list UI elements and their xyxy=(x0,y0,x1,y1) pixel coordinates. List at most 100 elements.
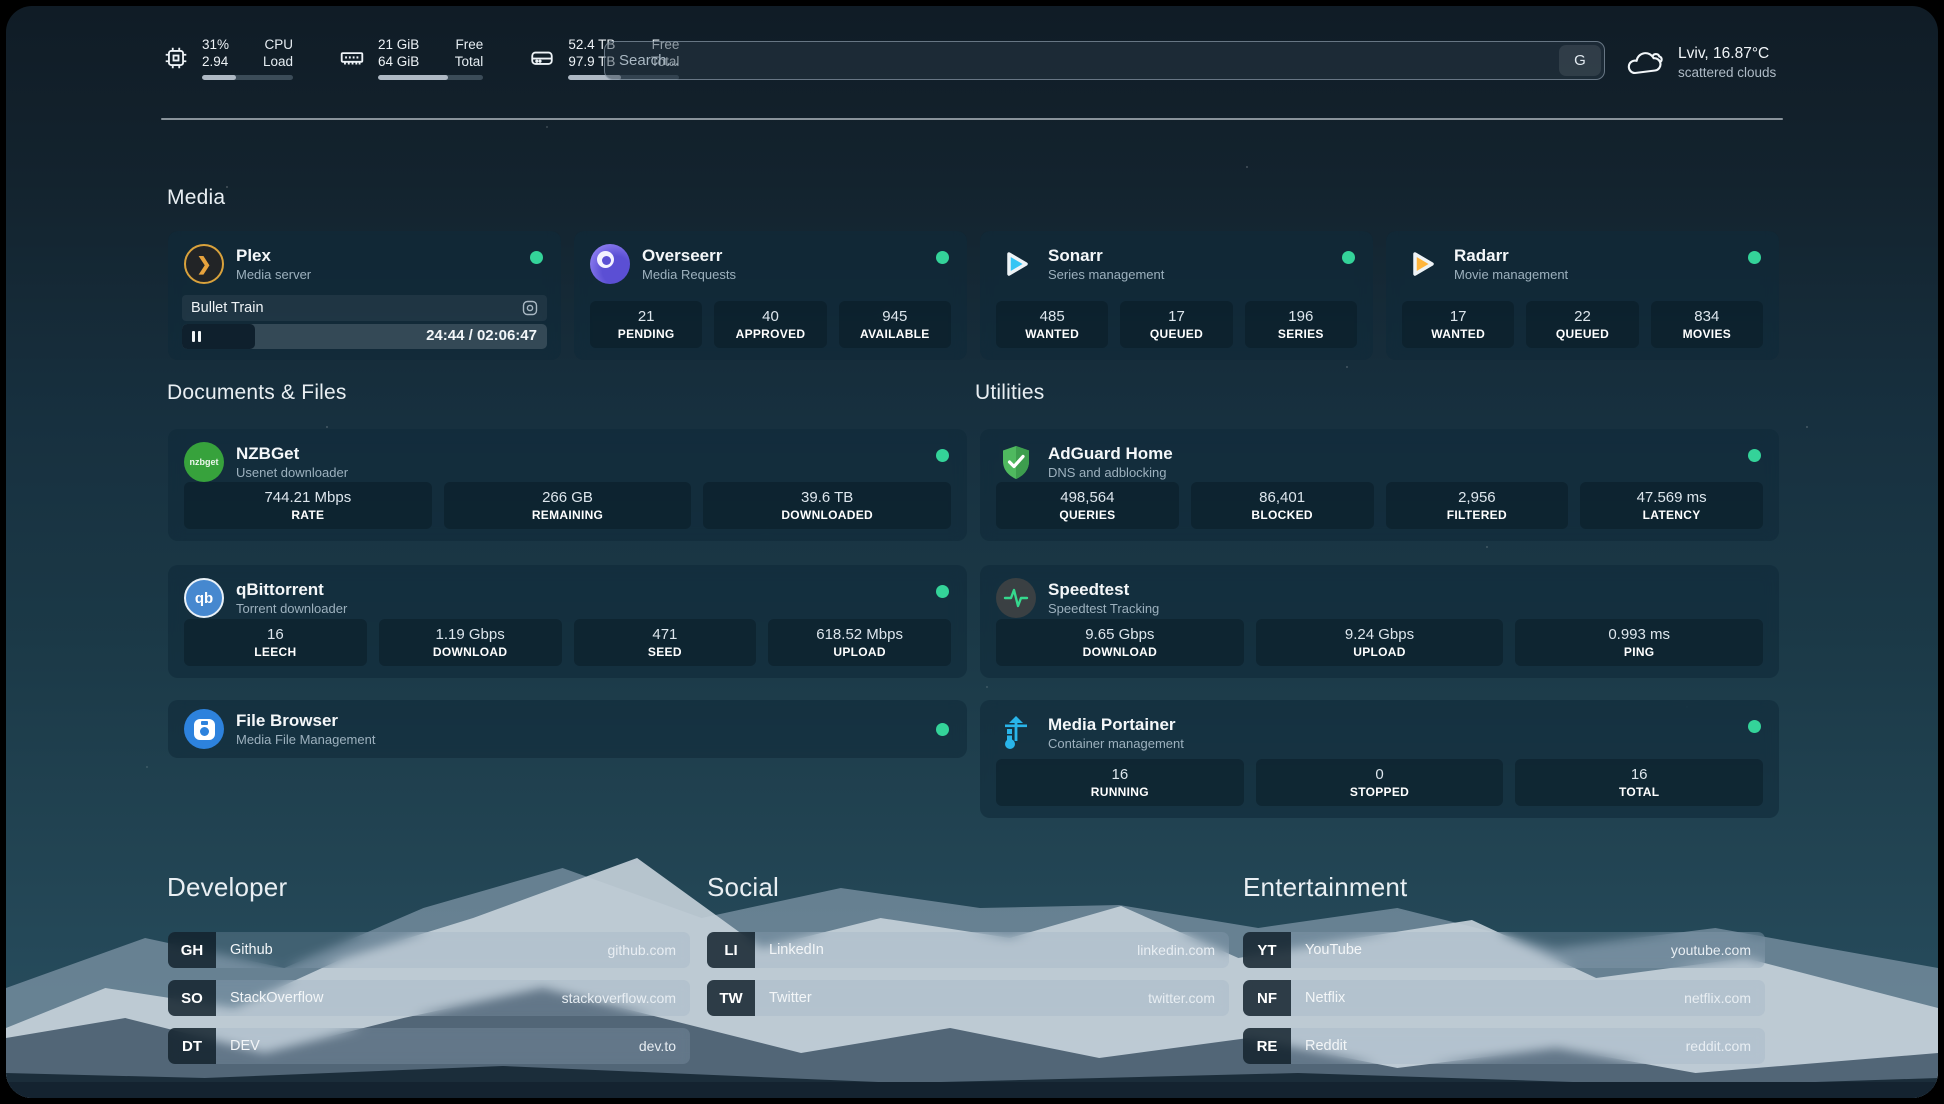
memory-total-label: Total xyxy=(449,53,483,70)
radarr-status-dot xyxy=(1748,251,1761,264)
cpu-usage: 31% xyxy=(202,36,229,53)
plex-status-dot xyxy=(530,251,543,264)
adguard-title: AdGuard Home xyxy=(1048,443,1173,464)
stat-download: 9.65 Gbps DOWNLOAD xyxy=(996,619,1244,666)
nzbget-status-dot xyxy=(936,449,949,462)
stat-ping: 0.993 ms PING xyxy=(1515,619,1763,666)
stat-upload: 9.24 Gbps UPLOAD xyxy=(1256,619,1504,666)
bookmark-linkedin[interactable]: LI LinkedIn linkedin.com xyxy=(707,932,1229,968)
github-abbr: GH xyxy=(168,932,216,968)
cpu-label: CPU xyxy=(259,36,293,53)
qbittorrent-icon: qb xyxy=(184,578,224,618)
stackoverflow-name: StackOverflow xyxy=(216,980,562,1016)
github-url: github.com xyxy=(608,932,690,968)
memory-progress xyxy=(378,75,483,80)
bookmark-reddit[interactable]: RE Reddit reddit.com xyxy=(1243,1028,1765,1064)
dev-url: dev.to xyxy=(639,1028,690,1064)
search-provider-button[interactable]: G xyxy=(1559,45,1601,76)
stackoverflow-url: stackoverflow.com xyxy=(562,980,690,1016)
weather-condition: scattered clouds xyxy=(1678,64,1776,81)
stat-queued: 22 QUEUED xyxy=(1526,301,1638,348)
snow-specks xyxy=(6,6,8,8)
stat-series: 196 SERIES xyxy=(1245,301,1357,348)
portainer-card[interactable]: Media Portainer Container management 16 … xyxy=(980,700,1779,818)
twitter-url: twitter.com xyxy=(1148,980,1229,1016)
dashboard: 31% 2.94 CPU Load 21 GiB xyxy=(6,6,1938,1098)
weather-location-temp: Lviv, 16.87°C xyxy=(1678,44,1776,64)
reddit-abbr: RE xyxy=(1243,1028,1291,1064)
session-icon[interactable] xyxy=(522,300,538,316)
stat-total: 16 TOTAL xyxy=(1515,759,1763,806)
bookmark-github[interactable]: GH Github github.com xyxy=(168,932,690,968)
youtube-url: youtube.com xyxy=(1671,932,1765,968)
search-input[interactable] xyxy=(605,42,1559,79)
stat-download: 1.19 Gbps DOWNLOAD xyxy=(379,619,562,666)
nzbget-title: NZBGet xyxy=(236,443,348,464)
filebrowser-status-dot xyxy=(936,723,949,736)
memory-total-value: 64 GiB xyxy=(378,53,419,70)
adguard-status-dot xyxy=(1748,449,1761,462)
netflix-name: Netflix xyxy=(1291,980,1684,1016)
plex-progress-bar[interactable]: 24:44 / 02:06:47 xyxy=(182,324,547,349)
system-stats-bar: 31% 2.94 CPU Load 21 GiB xyxy=(163,36,679,80)
youtube-name: YouTube xyxy=(1291,932,1671,968)
section-title-entertainment: Entertainment xyxy=(1243,872,1407,903)
stat-wanted: 17 WANTED xyxy=(1402,301,1514,348)
stat-queued: 17 QUEUED xyxy=(1120,301,1232,348)
section-title-social: Social xyxy=(707,872,779,903)
bookmark-dev[interactable]: DT DEV dev.to xyxy=(168,1028,690,1064)
github-name: Github xyxy=(216,932,608,968)
plex-now-playing: Bullet Train xyxy=(182,295,547,321)
stat-filtered: 2,956 FILTERED xyxy=(1386,482,1569,529)
overseerr-card[interactable]: Overseerr Media Requests 21 PENDING 40 A… xyxy=(574,231,967,360)
media-cards-row: ❯ Plex Media server Bullet Train 24:44 /… xyxy=(168,231,1779,360)
speedtest-card[interactable]: Speedtest Speedtest Tracking 9.65 Gbps D… xyxy=(980,565,1779,678)
netflix-url: netflix.com xyxy=(1684,980,1765,1016)
sonarr-status-dot xyxy=(1342,251,1355,264)
speedtest-subtitle: Speedtest Tracking xyxy=(1048,600,1159,617)
bookmark-twitter[interactable]: TW Twitter twitter.com xyxy=(707,980,1229,1016)
filebrowser-card[interactable]: File Browser Media File Management xyxy=(168,700,967,758)
stat-latency: 47.569 ms LATENCY xyxy=(1580,482,1763,529)
dev-name: DEV xyxy=(216,1028,639,1064)
bookmark-youtube[interactable]: YT YouTube youtube.com xyxy=(1243,932,1765,968)
now-playing-title: Bullet Train xyxy=(191,300,522,316)
radarr-subtitle: Movie management xyxy=(1454,266,1568,283)
overseerr-icon xyxy=(590,244,630,284)
weather-widget: Lviv, 16.87°C scattered clouds xyxy=(1625,44,1776,81)
cpu-load-value: 2.94 xyxy=(202,53,229,70)
stackoverflow-abbr: SO xyxy=(168,980,216,1016)
qbittorrent-subtitle: Torrent downloader xyxy=(236,600,347,617)
stat-rate: 744.21 Mbps RATE xyxy=(184,482,432,529)
qbittorrent-title: qBittorrent xyxy=(236,579,347,600)
sonarr-card[interactable]: Sonarr Series management 485 WANTED 17 Q… xyxy=(980,231,1373,360)
speedtest-icon xyxy=(996,578,1036,618)
portainer-icon xyxy=(996,713,1036,753)
radarr-icon xyxy=(1402,244,1442,284)
stat-downloaded: 39.6 TB DOWNLOADED xyxy=(703,482,951,529)
memory-stat: 21 GiB 64 GiB Free Total xyxy=(339,36,483,80)
adguard-subtitle: DNS and adblocking xyxy=(1048,464,1173,481)
nzbget-card[interactable]: nzbget NZBGet Usenet downloader 744.21 M… xyxy=(168,429,967,541)
adguard-card[interactable]: AdGuard Home DNS and adblocking 498,564 … xyxy=(980,429,1779,541)
filebrowser-subtitle: Media File Management xyxy=(236,731,375,748)
plex-title: Plex xyxy=(236,245,311,266)
cpu-progress xyxy=(202,75,293,80)
plex-subtitle: Media server xyxy=(236,266,311,283)
stat-queries: 498,564 QUERIES xyxy=(996,482,1179,529)
pause-icon[interactable] xyxy=(192,331,201,342)
nzbget-icon: nzbget xyxy=(184,442,224,482)
youtube-abbr: YT xyxy=(1243,932,1291,968)
bookmark-stackoverflow[interactable]: SO StackOverflow stackoverflow.com xyxy=(168,980,690,1016)
stat-wanted: 485 WANTED xyxy=(996,301,1108,348)
plex-card[interactable]: ❯ Plex Media server Bullet Train 24:44 /… xyxy=(168,231,561,360)
section-title-media: Media xyxy=(167,186,225,210)
qbittorrent-card[interactable]: qb qBittorrent Torrent downloader 16 LEE… xyxy=(168,565,967,678)
radarr-card[interactable]: Radarr Movie management 17 WANTED 22 QUE… xyxy=(1386,231,1779,360)
bookmark-netflix[interactable]: NF Netflix netflix.com xyxy=(1243,980,1765,1016)
overseerr-subtitle: Media Requests xyxy=(642,266,736,283)
filebrowser-icon xyxy=(184,709,224,749)
stat-movies: 834 MOVIES xyxy=(1651,301,1763,348)
playback-time: 24:44 / 02:06:47 xyxy=(426,327,537,344)
sonarr-title: Sonarr xyxy=(1048,245,1164,266)
